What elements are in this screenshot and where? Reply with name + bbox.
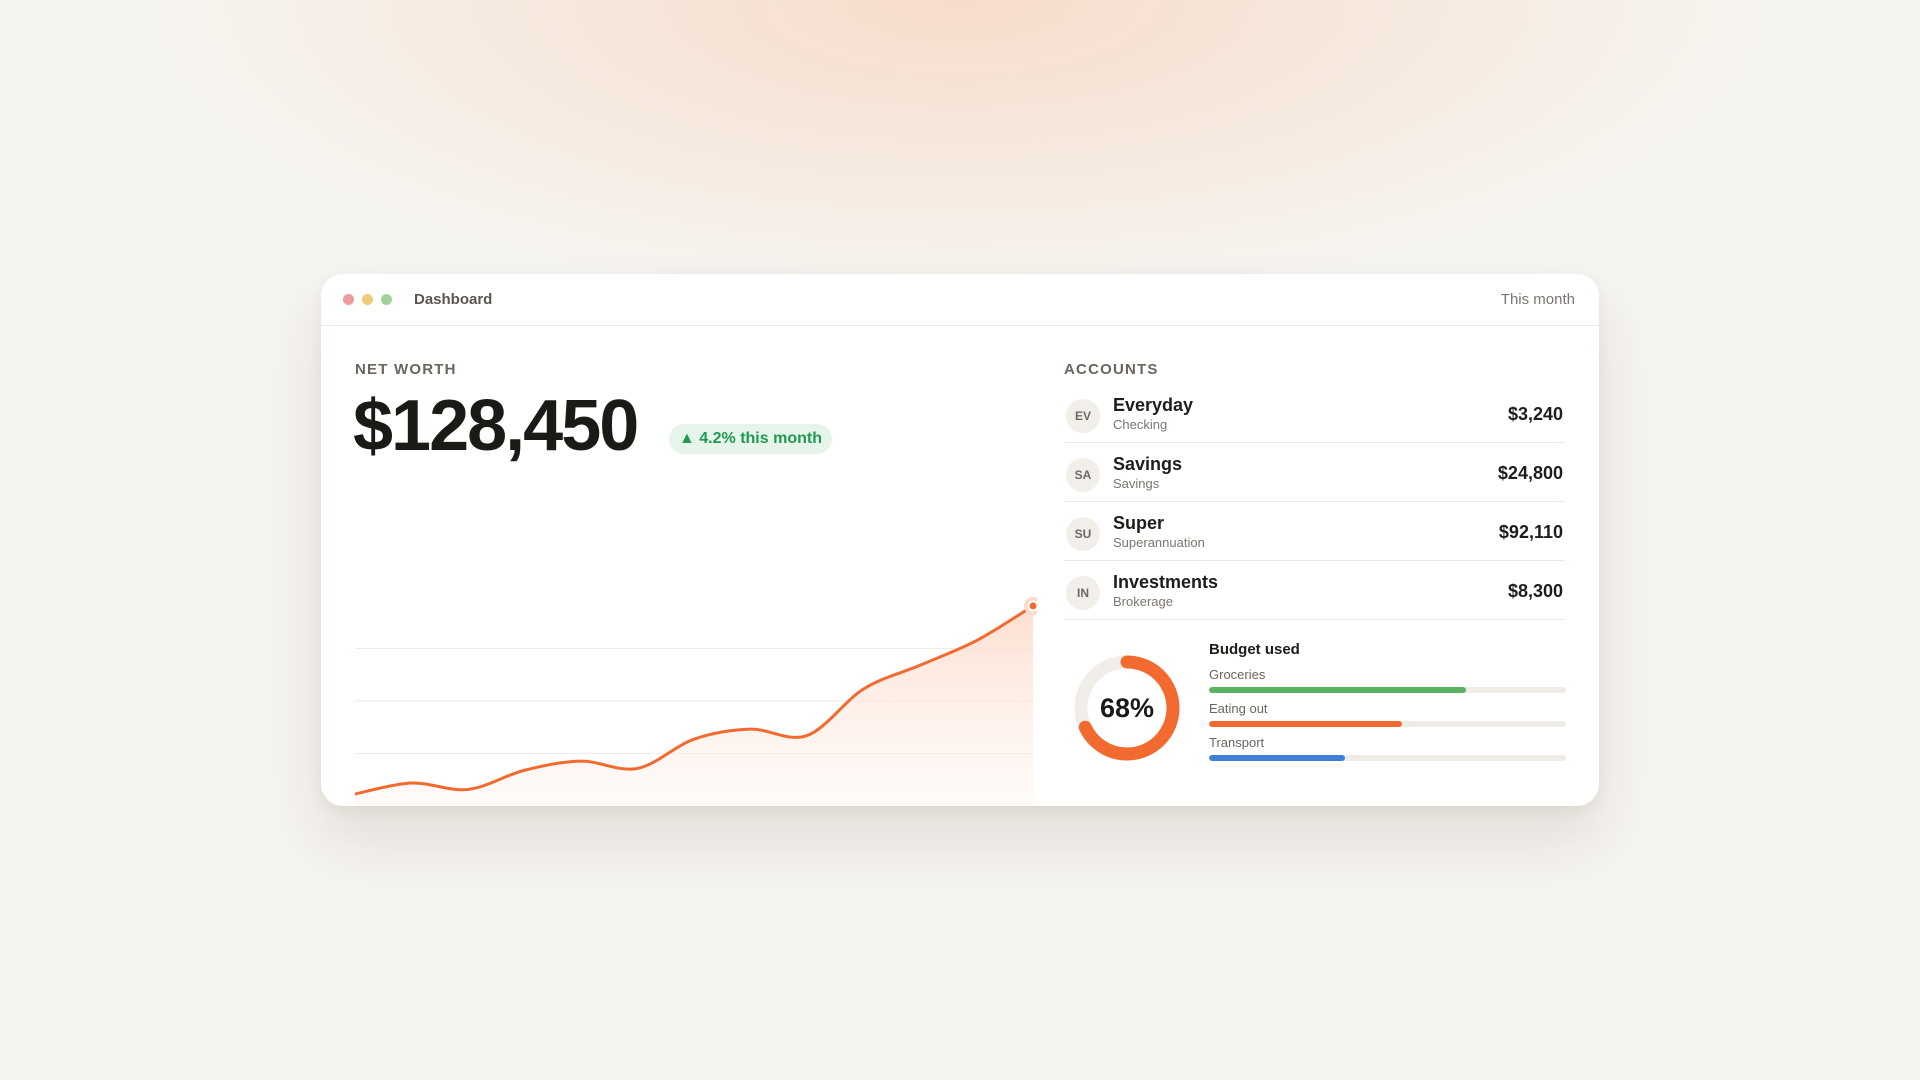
budget-bar-fill	[1209, 755, 1345, 761]
dashboard-window: Dashboard This month NET WORTH $128,450 …	[321, 274, 1599, 806]
account-type: Savings	[1113, 476, 1160, 491]
accounts-label: ACCOUNTS	[1064, 361, 1159, 378]
title-bar: Dashboard This month	[321, 274, 1599, 326]
budget-item-transport: Transport	[1209, 726, 1566, 761]
budget-item-groceries: Groceries	[1209, 658, 1566, 693]
account-name: Everyday	[1113, 395, 1194, 415]
maximize-window-button[interactable]	[381, 294, 392, 305]
budget-panel: Budget used Groceries Eating out Transpo…	[1209, 641, 1566, 761]
avatar: EV	[1066, 399, 1100, 433]
account-row-everyday[interactable]: EV Everyday Checking $3,240	[1064, 384, 1565, 443]
avatar: IN	[1066, 576, 1100, 610]
close-window-button[interactable]	[343, 294, 354, 305]
account-name: Super	[1113, 513, 1165, 533]
account-amount: $8,300	[1507, 581, 1563, 601]
budget-item-label: Groceries	[1209, 667, 1266, 682]
period-selector[interactable]: This month	[1501, 291, 1575, 308]
budget-item-label: Eating out	[1209, 701, 1268, 716]
window-title: Dashboard	[414, 291, 493, 308]
account-row-savings[interactable]: SA Savings Savings $24,800	[1064, 443, 1565, 502]
budget-item-eating-out: Eating out	[1209, 692, 1566, 727]
budget-donut: 68%	[1074, 655, 1180, 761]
minimize-window-button[interactable]	[362, 294, 373, 305]
net-worth-chart	[355, 596, 1037, 806]
account-amount: $24,800	[1497, 463, 1563, 483]
account-name: Savings	[1113, 454, 1183, 474]
chart-endpoint	[1027, 600, 1037, 612]
accounts-list: EV Everyday Checking $3,240 SA Savings S…	[1064, 384, 1565, 620]
avatar: SA	[1066, 458, 1100, 492]
account-name: Investments	[1113, 572, 1219, 592]
account-type: Superannuation	[1113, 535, 1205, 550]
account-type: Checking	[1113, 417, 1168, 432]
net-worth-label: NET WORTH	[355, 361, 457, 378]
budget-bar-track	[1209, 755, 1566, 761]
net-worth-value: $128,450	[353, 386, 639, 466]
account-amount: $92,110	[1498, 522, 1563, 542]
account-row-investments[interactable]: IN Investments Brokerage $8,300	[1064, 561, 1565, 620]
account-type: Brokerage	[1113, 594, 1173, 609]
chart-area	[355, 605, 1033, 806]
budget-item-label: Transport	[1209, 735, 1265, 750]
donut-percent: 68%	[1100, 693, 1154, 723]
account-row-super[interactable]: SU Super Superannuation $92,110	[1064, 502, 1565, 561]
avatar: SU	[1066, 517, 1100, 551]
budget-title: Budget used	[1209, 641, 1300, 658]
account-amount: $3,240	[1507, 404, 1563, 424]
change-badge: ▲ 4.2% this month	[669, 424, 832, 454]
